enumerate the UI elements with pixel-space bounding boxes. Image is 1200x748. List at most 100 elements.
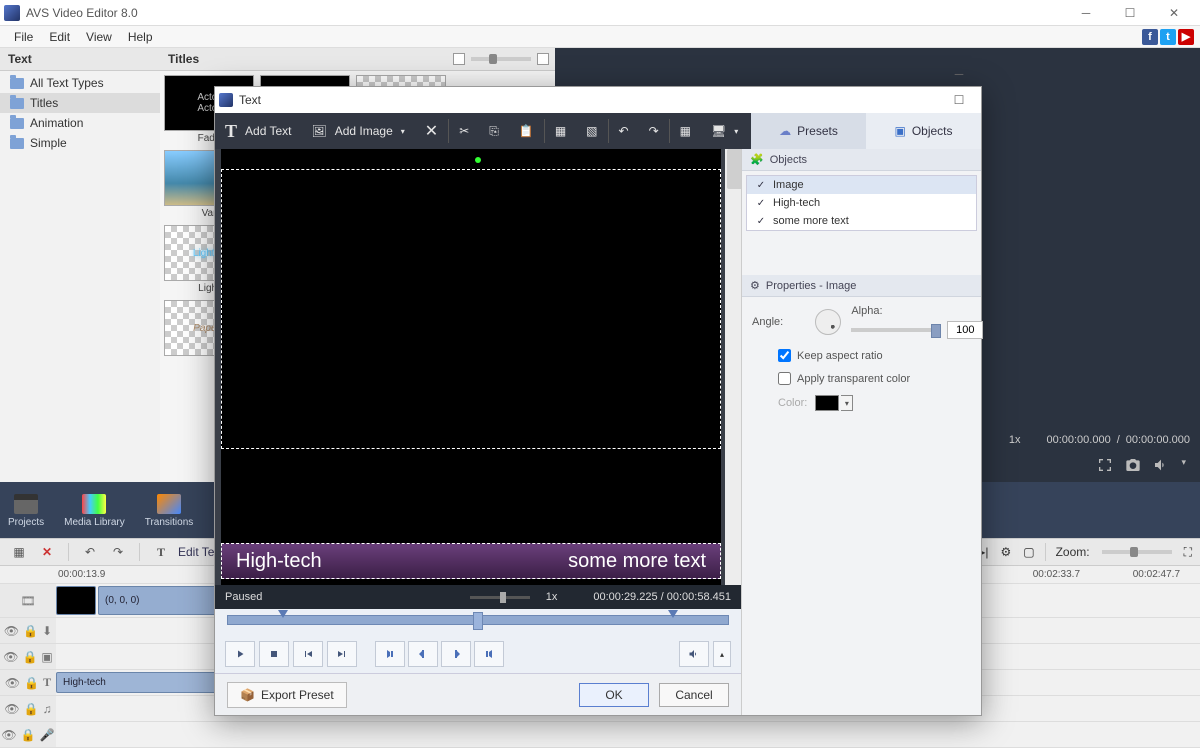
object-row-image[interactable]: ✓Image [747, 176, 976, 194]
crop-icon[interactable]: ▢ [1023, 545, 1034, 559]
playhead[interactable] [473, 612, 483, 630]
main-minimize-button[interactable]: ─ [1064, 0, 1108, 26]
text-type-titles[interactable]: Titles [0, 93, 160, 113]
menu-view[interactable]: View [78, 28, 120, 46]
objects-tab[interactable]: ▣Objects [866, 113, 981, 149]
dlg-undo-button[interactable]: ↶ [609, 113, 639, 149]
cut-button[interactable]: ✂ [449, 113, 479, 149]
seek-bar[interactable] [215, 609, 741, 635]
next-frame-button[interactable] [327, 641, 357, 667]
volume-dropdown-icon[interactable]: ▾ [1181, 457, 1186, 476]
dialog-maximize-button[interactable]: ☐ [941, 87, 977, 113]
overlay-icon[interactable]: ▣ [41, 650, 52, 664]
redo-button[interactable]: ↷ [107, 541, 129, 563]
check-icon[interactable]: ✓ [755, 179, 767, 191]
menu-help[interactable]: Help [120, 28, 161, 46]
display-button[interactable]: 🖥▾ [701, 113, 748, 149]
settings-icon[interactable]: ⚙ [1000, 545, 1011, 559]
play-button[interactable] [225, 641, 255, 667]
paste-button[interactable]: 📋 [509, 113, 544, 149]
selection-box[interactable] [221, 169, 721, 449]
volume-icon[interactable] [1153, 457, 1169, 476]
mark-in-button[interactable] [375, 641, 405, 667]
eye-icon[interactable]: 👁 [1, 728, 16, 742]
speed-slider[interactable] [470, 596, 530, 599]
grid-view-icon[interactable]: ▦ [8, 541, 30, 563]
object-row-hightech[interactable]: ✓High-tech [747, 194, 976, 212]
video-clip[interactable] [56, 586, 96, 615]
copy-button[interactable]: ⎘ [479, 113, 509, 149]
text-icon[interactable]: T [43, 675, 51, 690]
delete-button[interactable]: ✕ [36, 541, 58, 563]
grid-button[interactable]: ▦ [670, 113, 701, 149]
down-arrow-icon[interactable]: ⬇ [42, 624, 52, 638]
facebook-icon[interactable]: f [1142, 29, 1158, 45]
presets-tab[interactable]: ☁Presets [751, 113, 866, 149]
mark-out-button[interactable] [474, 641, 504, 667]
check-icon[interactable]: ✓ [755, 197, 767, 209]
step-fwd-button[interactable] [441, 641, 471, 667]
alpha-input[interactable] [947, 321, 983, 339]
check-icon[interactable]: ✓ [755, 215, 767, 227]
thumb-size-small-button[interactable] [453, 53, 465, 65]
lock-icon[interactable]: 🔒 [21, 728, 36, 742]
eye-icon[interactable]: 👁 [3, 650, 18, 664]
thumb-size-large-button[interactable] [537, 53, 549, 65]
dlg-redo-button[interactable]: ↷ [639, 113, 669, 149]
export-preset-button[interactable]: 📦Export Preset [227, 682, 347, 708]
snapshot-icon[interactable] [1125, 457, 1141, 476]
eye-icon[interactable]: 👁 [5, 676, 20, 690]
transitions-button[interactable]: Transitions [145, 493, 194, 528]
text-type-simple[interactable]: Simple [0, 133, 160, 153]
twitter-icon[interactable]: t [1160, 29, 1176, 45]
ok-button[interactable]: OK [579, 683, 649, 707]
rotate-handle[interactable] [475, 157, 481, 163]
text-type-animation[interactable]: Animation [0, 113, 160, 133]
cancel-button[interactable]: Cancel [659, 683, 729, 707]
lock-icon[interactable]: 🔒 [24, 676, 39, 690]
scrollbar-thumb[interactable] [727, 149, 741, 189]
menu-edit[interactable]: Edit [41, 28, 78, 46]
trim-out-flag[interactable] [668, 610, 678, 618]
text-type-all[interactable]: All Text Types [0, 73, 160, 93]
main-maximize-button[interactable]: ☐ [1108, 0, 1152, 26]
color-swatch[interactable] [815, 395, 839, 411]
trim-in-flag[interactable] [278, 610, 288, 618]
mute-button[interactable] [679, 641, 709, 667]
angle-knob[interactable] [815, 309, 841, 335]
volume-menu-button[interactable]: ▴ [713, 641, 731, 667]
lock-icon[interactable]: 🔒 [23, 624, 38, 638]
youtube-icon[interactable]: ▶ [1178, 29, 1194, 45]
color-dropdown-button[interactable]: ▾ [841, 395, 853, 411]
text-tool-icon[interactable]: T [150, 541, 172, 563]
fullscreen-icon[interactable] [1097, 457, 1113, 476]
add-text-button[interactable]: TAdd Text [215, 113, 302, 149]
add-image-button[interactable]: 🖼Add Image▾ [302, 113, 415, 149]
send-backward-button[interactable]: ▧ [576, 113, 607, 149]
eye-icon[interactable]: 👁 [4, 702, 19, 716]
lock-icon[interactable]: 🔒 [22, 650, 37, 664]
canvas-scrollbar[interactable] [725, 149, 741, 585]
delete-button[interactable]: ✕ [415, 113, 448, 149]
media-library-button[interactable]: Media Library [64, 493, 125, 528]
apply-transparent-checkbox[interactable] [778, 372, 791, 385]
keep-aspect-checkbox[interactable] [778, 349, 791, 362]
thumb-size-slider[interactable] [471, 57, 531, 61]
main-close-button[interactable]: ✕ [1152, 0, 1196, 26]
zoom-slider[interactable] [1102, 550, 1172, 554]
stop-button[interactable] [259, 641, 289, 667]
alpha-slider[interactable] [851, 328, 941, 332]
eye-icon[interactable]: 👁 [4, 624, 19, 638]
lock-icon[interactable]: 🔒 [24, 702, 39, 716]
dialog-minimize-button[interactable]: ─ [941, 61, 977, 87]
title-banner[interactable]: High-tech some more text [221, 543, 721, 579]
mic-icon[interactable]: 🎤 [40, 728, 55, 742]
voice-track[interactable]: 👁 🔒 🎤 [0, 722, 1200, 748]
bring-forward-button[interactable]: ▦ [545, 113, 576, 149]
projects-button[interactable]: Projects [8, 493, 44, 528]
music-icon[interactable]: ♫ [43, 702, 52, 716]
text-canvas[interactable]: High-tech some more text [215, 149, 741, 585]
object-row-some[interactable]: ✓some more text [747, 212, 976, 230]
undo-button[interactable]: ↶ [79, 541, 101, 563]
prev-frame-button[interactable] [293, 641, 323, 667]
